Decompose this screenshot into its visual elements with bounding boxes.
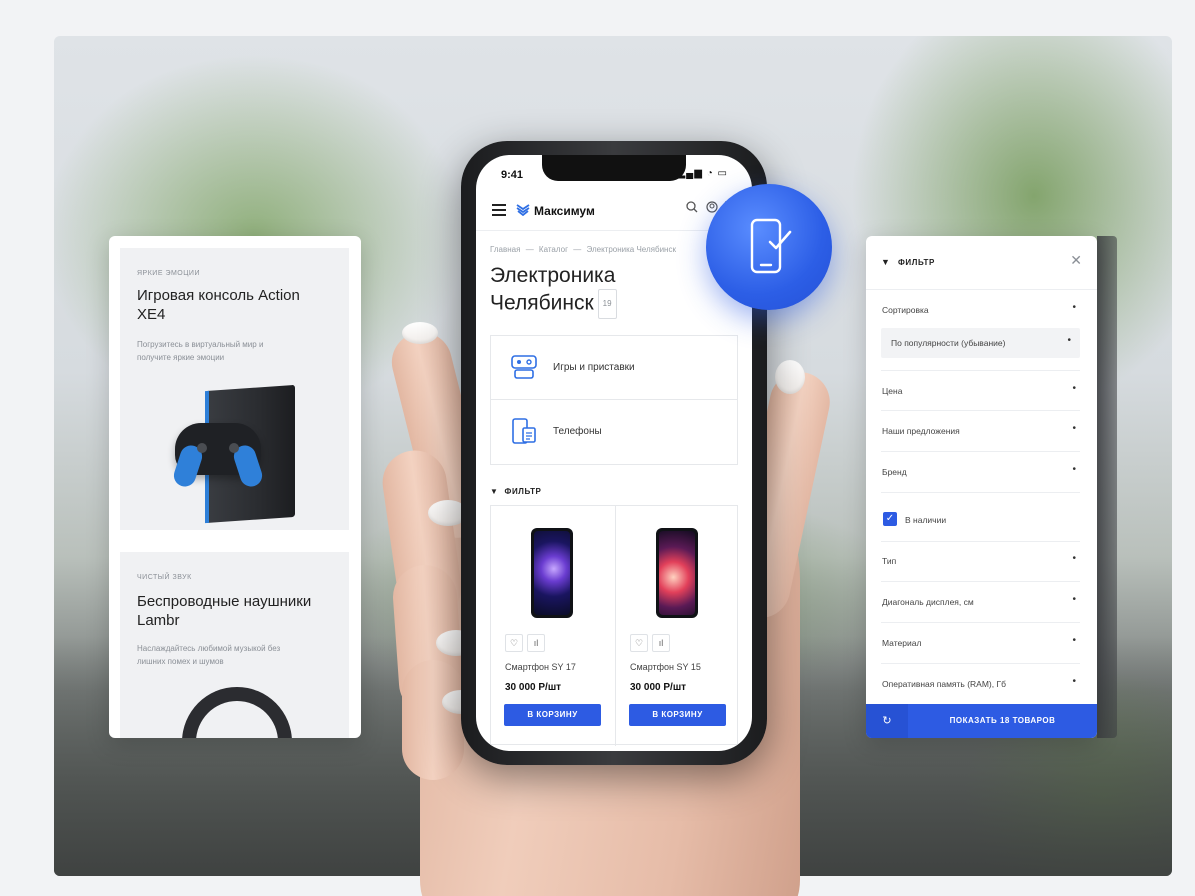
filter-toggle[interactable]: ▼ ФИЛЬТР (490, 487, 542, 496)
filter-diagonal[interactable]: Диагональ дисплея, см • (881, 582, 1080, 623)
gamepad-image (171, 423, 265, 490)
product-image (531, 528, 573, 618)
product-name[interactable]: Смартфон SY 17 (505, 662, 576, 672)
filter-offers[interactable]: Наши предложения • (881, 411, 1080, 452)
product-image (656, 528, 698, 618)
close-icon[interactable]: ✕ (1070, 252, 1082, 269)
status-time: 9:41 (501, 169, 524, 181)
chevron-down-icon: • (1072, 423, 1076, 434)
category-item-phones[interactable]: Телефоны (491, 400, 737, 464)
product-card[interactable]: ♡ ıl Смартфон SY 17 30 000 Р/шт В КОРЗИН… (491, 506, 615, 746)
filter-type[interactable]: Тип • (881, 541, 1080, 582)
favorite-icon[interactable]: ♡ (505, 634, 523, 652)
chevron-down-icon: • (1072, 383, 1076, 394)
promo-title[interactable]: Игровая консоль Action XE4 (137, 286, 317, 324)
promo-description: Погрузитесь в виртуальный мир и получите… (137, 340, 264, 362)
promo-console[interactable]: яркие эмоции Игровая консоль Action XE4 … (120, 248, 349, 530)
filter-icon: ▼ (490, 487, 499, 496)
product-grid: ♡ ıl Смартфон SY 17 30 000 Р/шт В КОРЗИН… (490, 505, 739, 746)
add-to-cart-button[interactable]: В КОРЗИНУ (629, 704, 726, 726)
chevron-down-icon: • (1072, 553, 1076, 564)
panel-shade (1097, 236, 1117, 738)
in-stock-checkbox[interactable]: ✓ (883, 512, 897, 526)
promo-headphones[interactable]: чистый звук Беспроводные наушники Lambr … (120, 552, 349, 738)
menu-icon[interactable] (492, 204, 506, 216)
logo-icon (516, 202, 530, 219)
add-to-cart-button[interactable]: В КОРЗИНУ (504, 704, 601, 726)
product-card[interactable]: ♡ ıl Смартфон SY 15 30 000 Р/шт В КОРЗИН… (615, 506, 739, 746)
chevron-down-icon: • (1067, 335, 1071, 346)
chevron-down-icon: • (1072, 302, 1076, 313)
filter-ram[interactable]: Оперативная память (RAM), Гб • (881, 664, 1080, 705)
show-results-button[interactable]: ПОКАЗАТЬ 18 ТОВАРОВ (908, 704, 1097, 738)
phone-notch (542, 155, 686, 181)
category-list: Игры и приставки Телефоны (490, 335, 738, 465)
category-item-games[interactable]: Игры и приставки (491, 336, 737, 400)
filter-panel: ▼ ФИЛЬТР ✕ Сортировка • По популярности … (866, 236, 1097, 738)
promo-title[interactable]: Беспроводные наушники Lambr (137, 592, 317, 630)
filter-sort[interactable]: Сортировка • (881, 290, 1080, 328)
product-price: 30 000 Р/шт (505, 682, 562, 693)
filter-price[interactable]: Цена • (881, 370, 1080, 411)
favorite-icon[interactable]: ♡ (630, 634, 648, 652)
category-label: Телефоны (553, 426, 602, 437)
promo-kicker: яркие эмоции (137, 270, 200, 277)
compare-icon[interactable]: ıl (527, 634, 545, 652)
mobile-check-icon (750, 218, 792, 274)
sort-select[interactable]: По популярности (убывание) • (881, 328, 1080, 358)
gamepad-icon (509, 352, 539, 382)
breadcrumb-item[interactable]: Электроника Челябинск (586, 245, 675, 254)
breadcrumb-item[interactable]: Каталог (539, 245, 568, 254)
page-title: Электроника Челябинск 19 (490, 263, 690, 319)
filter-brand[interactable]: Бренд • (881, 452, 1080, 493)
breadcrumb-item[interactable]: Главная (490, 245, 520, 254)
logo-text[interactable]: Максимум (534, 204, 595, 218)
filter-footer: ↻ ПОКАЗАТЬ 18 ТОВАРОВ (866, 704, 1097, 738)
headphones-image (182, 687, 292, 738)
mobile-check-badge (706, 184, 832, 310)
filter-in-stock[interactable]: ✓ В наличии (881, 498, 1080, 542)
promo-kicker: чистый звук (137, 574, 192, 581)
chevron-down-icon: • (1072, 635, 1076, 646)
category-label: Игры и приставки (553, 362, 635, 373)
filter-header: ▼ ФИЛЬТР ✕ (866, 236, 1097, 290)
phone-icon (509, 416, 539, 446)
chevron-down-icon: • (1072, 594, 1076, 605)
count-badge: 19 (597, 289, 617, 319)
filter-title: ФИЛЬТР (898, 258, 935, 267)
search-icon[interactable] (686, 201, 698, 216)
product-name[interactable]: Смартфон SY 15 (630, 662, 701, 672)
reset-icon[interactable]: ↻ (866, 704, 908, 738)
chevron-down-icon: • (1072, 676, 1076, 687)
filter-icon: ▼ (881, 257, 890, 267)
filter-material[interactable]: Материал • (881, 623, 1080, 664)
promo-description: Наслаждайтесь любимой музыкой без лишних… (137, 644, 281, 666)
promo-card: яркие эмоции Игровая консоль Action XE4 … (109, 236, 361, 738)
compare-icon[interactable]: ıl (652, 634, 670, 652)
product-price: 30 000 Р/шт (630, 682, 687, 693)
chevron-down-icon: • (1072, 464, 1076, 475)
